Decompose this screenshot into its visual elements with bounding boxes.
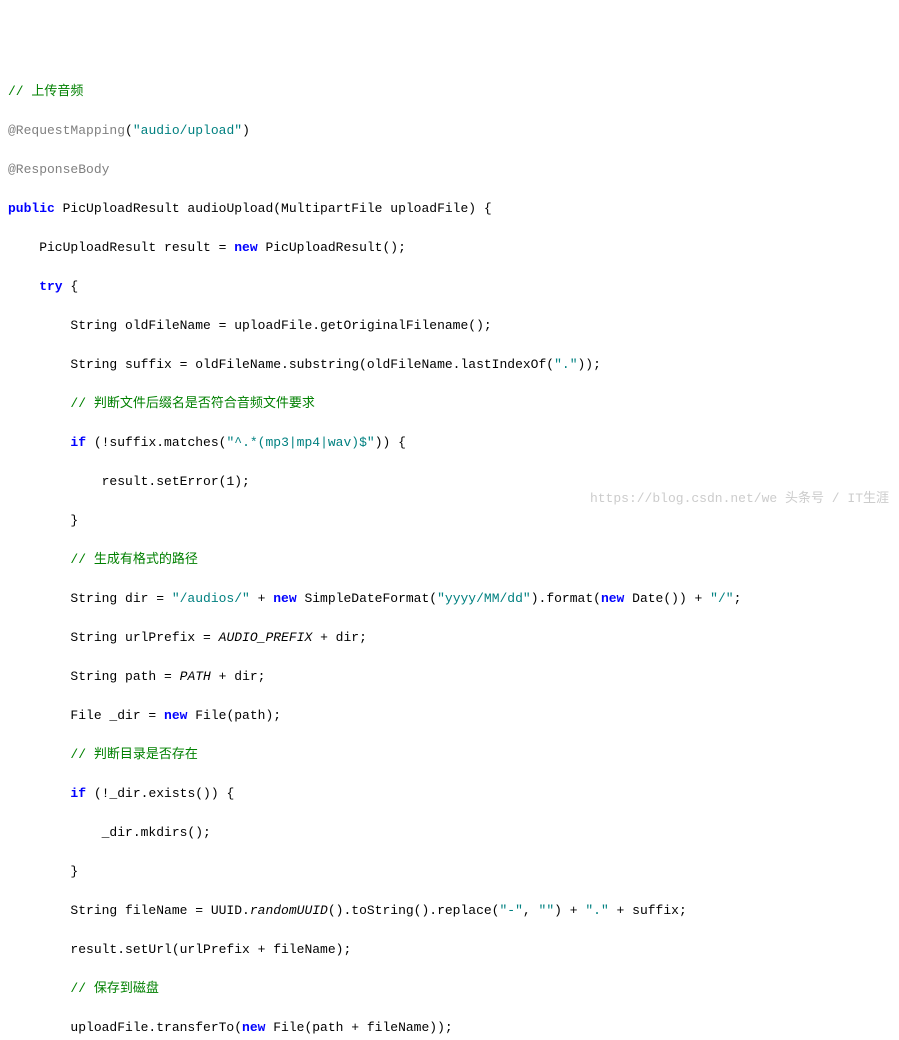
keyword-if: if <box>70 786 86 801</box>
string-regex: "^.*(mp3|mp4|wav)$" <box>226 435 374 450</box>
watermark-text: https://blog.csdn.net/we 头条号 / IT生涯 <box>590 489 889 509</box>
string-audios: "/audios/" <box>172 591 250 606</box>
comment-check-dir: // 判断目录是否存在 <box>8 747 198 762</box>
const-path: PATH <box>180 669 211 684</box>
string-dot2: "." <box>585 903 608 918</box>
const-audio-prefix: AUDIO_PREFIX <box>219 630 313 645</box>
string-dot: "." <box>554 357 577 372</box>
keyword-public: public <box>8 201 55 216</box>
keyword-new: new <box>234 240 257 255</box>
comment-generate-path: // 生成有格式的路径 <box>8 552 198 567</box>
string-dash: "-" <box>500 903 523 918</box>
annotation-responsebody: @ResponseBody <box>8 162 109 177</box>
line-oldfilename: String oldFileName = uploadFile.getOrigi… <box>8 318 492 333</box>
keyword-new: new <box>242 1020 265 1035</box>
keyword-new: new <box>164 708 187 723</box>
line-mkdirs: _dir.mkdirs(); <box>8 825 211 840</box>
method-randomuuid: randomUUID <box>250 903 328 918</box>
string-empty: "" <box>539 903 555 918</box>
line-seturl: result.setUrl(urlPrefix + fileName); <box>8 942 351 957</box>
string-dateformat: "yyyy/MM/dd" <box>437 591 531 606</box>
comment-save-disk: // 保存到磁盘 <box>8 981 159 996</box>
comment-upload-audio: // 上传音频 <box>8 84 83 99</box>
comment-check-suffix: // 判断文件后缀名是否符合音频文件要求 <box>8 396 315 411</box>
keyword-new: new <box>273 591 296 606</box>
string-audio-upload: "audio/upload" <box>133 123 242 138</box>
keyword-if: if <box>70 435 86 450</box>
keyword-try: try <box>8 279 63 294</box>
code-block: // 上传音频 @RequestMapping("audio/upload") … <box>8 82 891 1040</box>
string-slash: "/" <box>710 591 733 606</box>
annotation-requestmapping: @RequestMapping <box>8 123 125 138</box>
keyword-new: new <box>601 591 624 606</box>
